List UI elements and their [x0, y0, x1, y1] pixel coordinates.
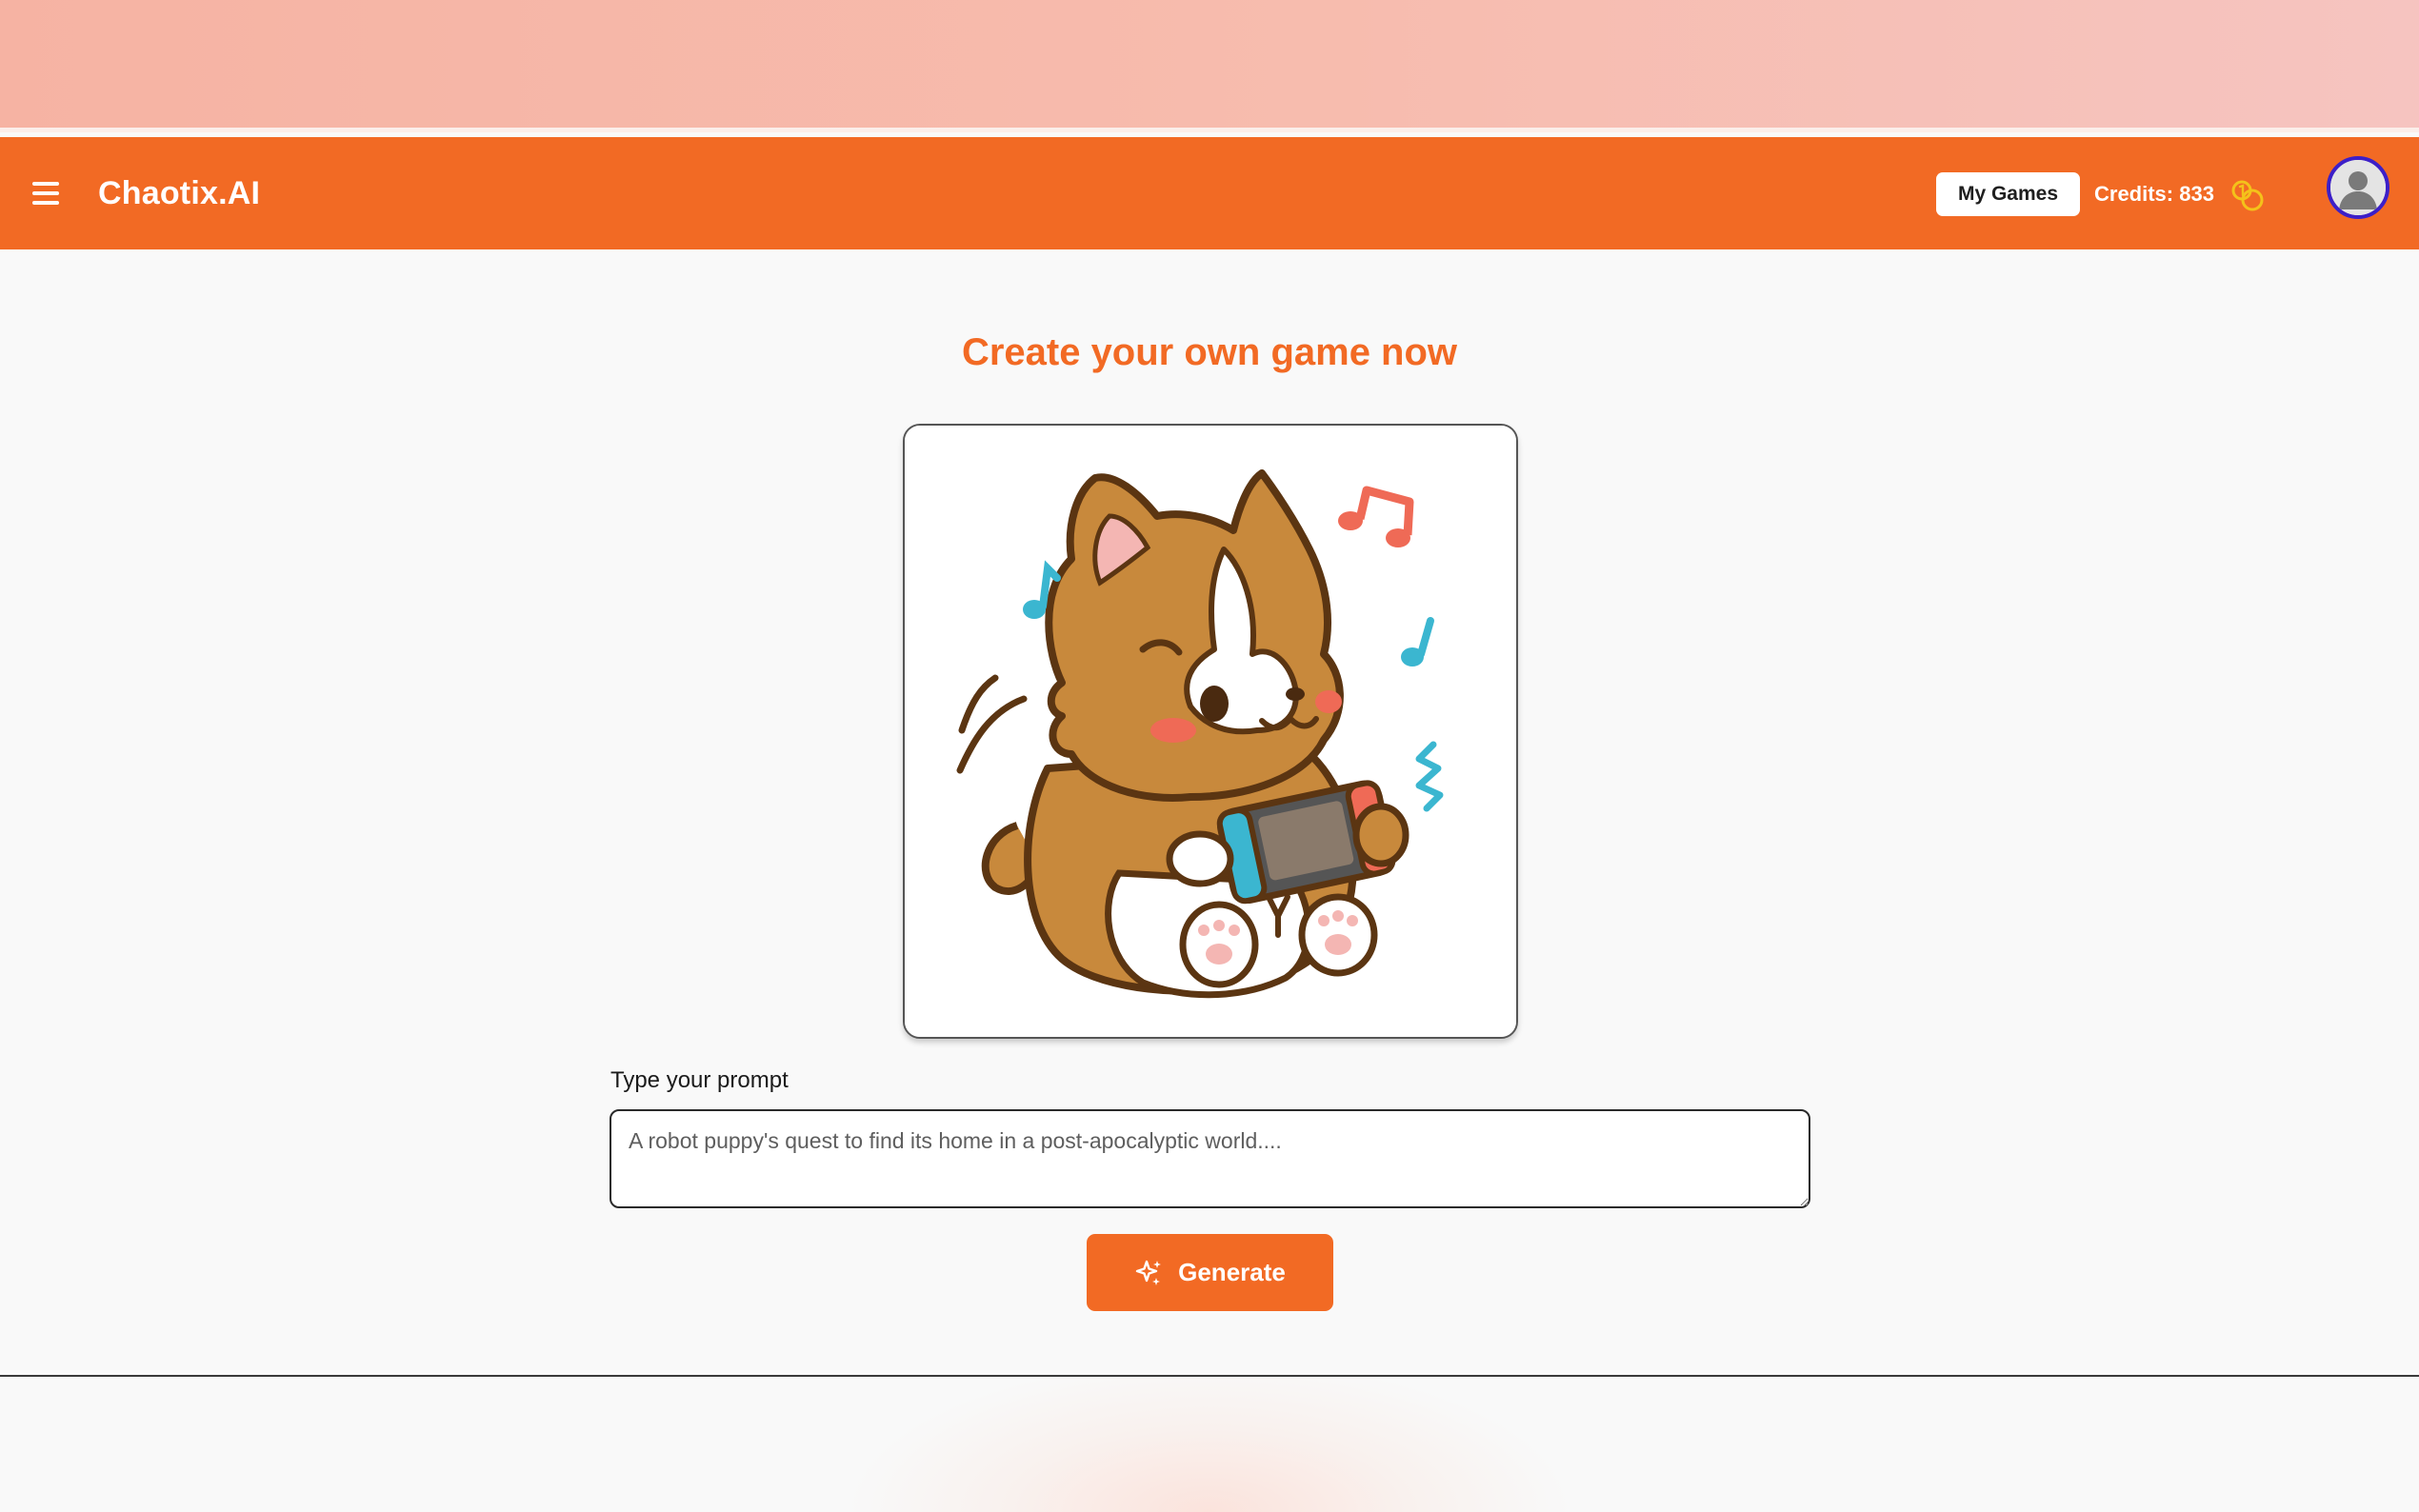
hero-illustration	[903, 424, 1518, 1039]
hamburger-menu-icon[interactable]	[32, 179, 63, 208]
prompt-input[interactable]	[610, 1109, 1810, 1208]
generate-button[interactable]: Generate	[1087, 1234, 1333, 1311]
user-avatar-icon[interactable]	[2327, 156, 2389, 219]
coins-icon	[2231, 180, 2264, 211]
top-banner	[0, 0, 2419, 132]
page-title: Create your own game now	[961, 331, 1458, 373]
corgi-playing-handheld-console-illustration	[905, 426, 1516, 1037]
generate-button-label: Generate	[1178, 1258, 1286, 1286]
footer	[0, 1377, 2419, 1512]
brand-logo-text[interactable]: Chaotix.AI	[98, 169, 260, 217]
my-games-button[interactable]: My Games	[1936, 172, 2080, 216]
navbar: Chaotix.AI My Games Credits: 833	[0, 137, 2419, 249]
prompt-label: Type your prompt	[610, 1067, 789, 1093]
credits-counter: Credits: 833	[2094, 182, 2214, 206]
sparkles-icon	[1135, 1260, 1162, 1285]
